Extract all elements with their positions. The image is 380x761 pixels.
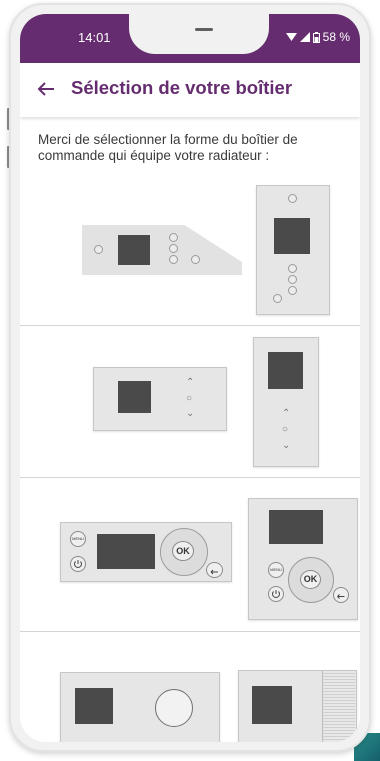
ok-button-icon[interactable] bbox=[169, 244, 178, 253]
return-icon bbox=[210, 569, 218, 575]
ok-circle-icon[interactable]: ○ bbox=[186, 394, 192, 404]
separator bbox=[20, 631, 360, 632]
down-button-icon[interactable] bbox=[169, 255, 178, 264]
device-display bbox=[97, 534, 155, 569]
mode-button-icon[interactable] bbox=[273, 294, 282, 303]
power-button[interactable] bbox=[268, 586, 284, 602]
signal-icon bbox=[299, 32, 310, 42]
up-button-icon[interactable] bbox=[288, 264, 297, 273]
device-display bbox=[268, 352, 303, 389]
status-time: 14:01 bbox=[78, 30, 111, 45]
ok-button-icon[interactable] bbox=[288, 275, 297, 284]
device-display bbox=[252, 686, 292, 724]
app-bar: Sélection de votre boîtier bbox=[20, 63, 360, 117]
device-body bbox=[93, 367, 227, 431]
up-arrow-icon[interactable]: ⌃ bbox=[282, 409, 290, 419]
power-icon bbox=[74, 560, 82, 568]
return-button[interactable] bbox=[206, 562, 223, 578]
ok-button[interactable]: OK bbox=[172, 541, 194, 561]
arrow-left-icon[interactable] bbox=[34, 77, 58, 101]
device-display bbox=[269, 510, 323, 544]
intro-text: Merci de sélectionner la forme du boîtie… bbox=[38, 132, 298, 163]
battery-icon bbox=[312, 31, 320, 43]
camera-notch bbox=[129, 14, 269, 54]
device-body bbox=[82, 225, 242, 275]
wifi-icon bbox=[285, 33, 297, 41]
ok-button[interactable]: OK bbox=[300, 570, 321, 589]
status-icons: 58 % bbox=[285, 30, 350, 44]
down-arrow-icon[interactable]: ⌄ bbox=[186, 409, 194, 419]
up-button-icon[interactable] bbox=[169, 233, 178, 242]
device-display bbox=[75, 688, 113, 724]
device-display bbox=[118, 381, 151, 413]
speaker-slot bbox=[195, 28, 213, 31]
return-button[interactable] bbox=[333, 587, 349, 603]
status-bar: 14:01 58 % bbox=[20, 14, 360, 63]
menu-button[interactable]: MENU bbox=[70, 531, 86, 547]
separator bbox=[20, 325, 360, 326]
up-arrow-icon[interactable]: ⌃ bbox=[186, 378, 194, 388]
rotary-knob[interactable] bbox=[155, 689, 193, 727]
mode-button-icon[interactable] bbox=[191, 255, 200, 264]
power-button[interactable] bbox=[70, 556, 86, 572]
page-title: Sélection de votre boîtier bbox=[71, 77, 293, 98]
battery-percent: 58 % bbox=[322, 30, 350, 44]
separator bbox=[20, 477, 360, 478]
ok-circle-icon[interactable]: ○ bbox=[282, 425, 288, 435]
bulb-icon bbox=[288, 194, 297, 203]
down-button-icon[interactable] bbox=[288, 286, 297, 295]
return-icon bbox=[337, 594, 345, 599]
device-display bbox=[274, 218, 310, 254]
slider-control[interactable] bbox=[322, 671, 355, 742]
bulb-icon bbox=[94, 245, 103, 254]
down-arrow-icon[interactable]: ⌄ bbox=[282, 441, 290, 451]
menu-button[interactable]: MENU bbox=[268, 562, 284, 578]
power-icon bbox=[272, 590, 280, 598]
phone-frame: 14:01 58 % Sélection de votre boîtier Me… bbox=[9, 3, 371, 752]
device-display bbox=[118, 235, 150, 265]
screen: 14:01 58 % Sélection de votre boîtier Me… bbox=[20, 14, 360, 742]
